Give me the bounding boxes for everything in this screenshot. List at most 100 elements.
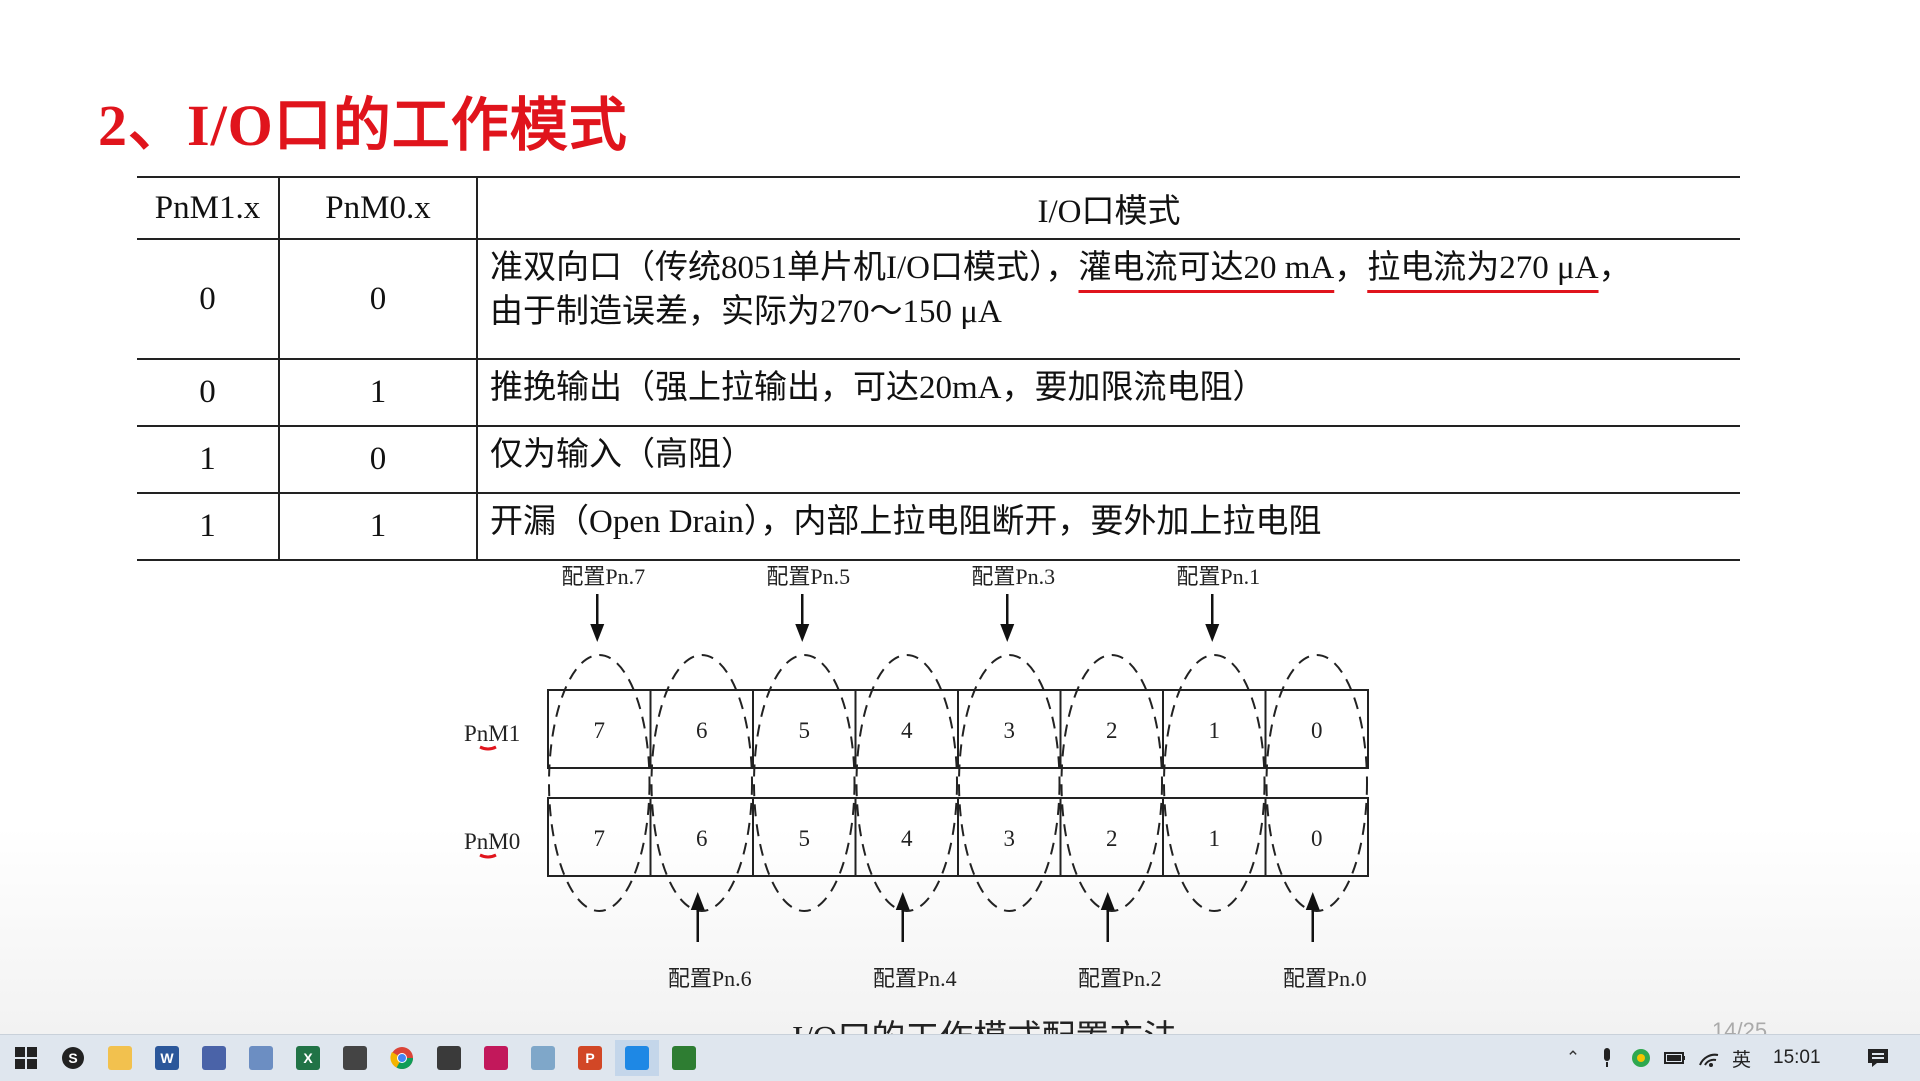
notifications-icon[interactable] — [1867, 1047, 1889, 1069]
taskbar-button-file-explorer[interactable] — [98, 1040, 142, 1076]
bit-label: 7 — [594, 826, 606, 851]
svg-text:S: S — [68, 1050, 77, 1066]
bit-ellipse — [753, 654, 856, 912]
desc-part: ， — [1334, 250, 1368, 286]
table-row: 1 0 仅为输入（高阻） — [137, 426, 1740, 494]
chevron-up-icon[interactable]: ⌃ — [1562, 1047, 1584, 1069]
slide-title: 2、I/O口的工作模式 — [98, 93, 628, 158]
input-method-indicator[interactable]: 英 — [1732, 1045, 1751, 1072]
row-label-pnm0: PnM0 — [464, 829, 520, 854]
word-icon: W — [155, 1046, 179, 1070]
config-label-top: 配置Pn.3 — [971, 564, 1055, 589]
bit-label: 5 — [799, 718, 811, 743]
cell-m0: 0 — [279, 239, 478, 360]
taskbar-button-terminal-app[interactable] — [662, 1040, 706, 1076]
header-pnm0-label: PnM0.x — [325, 189, 431, 226]
config-label-bottom: 配置Pn.2 — [1078, 966, 1162, 991]
red-mark — [479, 745, 497, 751]
config-label-top: 配置Pn.1 — [1176, 564, 1260, 589]
desc-part: 由于制造误差，实际为270～150 μA — [490, 294, 1002, 330]
header-pnm0: PnM0.x — [279, 176, 478, 240]
system-tray: ⌃ 英 15:01 — [1562, 1035, 1889, 1081]
taskbar-button-app-s[interactable]: S — [51, 1040, 95, 1076]
arrow-head-down — [795, 624, 810, 642]
desc-sink-current: 灌电流可达20 mA — [1078, 250, 1335, 286]
taskbar-button-rss-app[interactable] — [474, 1040, 518, 1076]
bit-ellipse — [1163, 654, 1266, 912]
windows-start-icon — [14, 1046, 38, 1070]
desc-part: 准双向口（传统8051单片机I/O口模式）， — [490, 250, 1079, 286]
microphone-icon[interactable] — [1596, 1047, 1618, 1069]
cell-m0: 0 — [279, 426, 478, 494]
sync-app-icon[interactable] — [1630, 1047, 1652, 1069]
app-s-icon: S — [61, 1046, 85, 1070]
taskbar-button-photos-app[interactable] — [615, 1040, 659, 1076]
cell-mode-desc: 准双向口（传统8051单片机I/O口模式），灌电流可达20 mA，拉电流为270… — [477, 239, 1740, 360]
config-label-bottom: 配置Pn.4 — [873, 966, 957, 991]
notes-app-icon — [531, 1046, 555, 1070]
building-app-icon — [202, 1046, 226, 1070]
arrow-head-down — [1000, 624, 1015, 642]
cell-m1: 1 — [137, 426, 280, 494]
cell-m1: 1 — [137, 493, 280, 561]
bit-label: 0 — [1311, 826, 1323, 851]
taskbar-button-windows-start[interactable] — [4, 1040, 48, 1076]
cell-m0: 1 — [279, 359, 478, 427]
taskbar-button-ebook-reader[interactable] — [427, 1040, 471, 1076]
mode-config-diagram: PnM1 PnM0 7 6 5 4 3 2 1 0 7 6 5 4 3 2 1 0 配置Pn.7 配置Pn.5 配置Pn… — [464, 564, 1369, 991]
bit-ellipse — [548, 654, 651, 912]
arrow-head-up — [895, 892, 910, 910]
bit-ellipse — [1265, 654, 1368, 912]
presentation-slide: 2、I/O口的工作模式 PnM1.x PnM0.x I/O口模式 0 0 准双向… — [0, 0, 1920, 1034]
bit-ellipse — [855, 654, 958, 912]
bit-ellipse — [650, 654, 753, 912]
bit-ellipse — [1060, 654, 1163, 912]
arrow-head-up — [1305, 892, 1320, 910]
wifi-icon[interactable] — [1698, 1047, 1720, 1069]
page-number: 14/25 — [1712, 1018, 1768, 1034]
cell-mode-desc: 推挽输出（强上拉输出，可达20mA，要加限流电阻） — [477, 359, 1740, 427]
bit-label: 7 — [594, 718, 606, 743]
bit-label: 1 — [1209, 718, 1221, 743]
desc-part: ， — [1598, 250, 1632, 286]
cell-m1: 0 — [137, 239, 280, 360]
taskbar-button-notes-app[interactable] — [521, 1040, 565, 1076]
table-row: 0 1 推挽输出（强上拉输出，可达20mA，要加限流电阻） — [137, 359, 1740, 427]
bit-label: 6 — [696, 826, 708, 851]
io-mode-table: PnM1.x PnM0.x I/O口模式 0 0 准双向口（传统8051单片机I… — [137, 176, 1740, 561]
cell-mode-desc: 仅为输入（高阻） — [477, 426, 1740, 494]
desc-source-current: 拉电流为270 μA — [1367, 250, 1599, 286]
config-label-top: 配置Pn.5 — [766, 564, 850, 589]
header-pnm1-label: PnM1.x — [154, 189, 261, 226]
book-app-icon — [343, 1046, 367, 1070]
windows-taskbar: S W X P ⌃ 英 15:01 — [0, 1034, 1920, 1081]
config-label-top: 配置Pn.7 — [561, 564, 645, 589]
arrow-head-up — [1100, 892, 1115, 910]
config-label-bottom: 配置Pn.0 — [1283, 966, 1367, 991]
ebook-reader-icon — [437, 1046, 461, 1070]
taskbar-button-word[interactable]: W — [145, 1040, 189, 1076]
bit-label: 6 — [696, 718, 708, 743]
file-explorer-icon — [108, 1046, 132, 1070]
arrow-head-down — [590, 624, 605, 642]
bit-label: 3 — [1004, 826, 1016, 851]
clock-time[interactable]: 15:01 — [1773, 1047, 1821, 1069]
bit-label: 0 — [1311, 718, 1323, 743]
header-mode: I/O口模式 — [477, 176, 1740, 240]
taskbar-button-excel[interactable]: X — [286, 1040, 330, 1076]
taskbar-button-building-app[interactable] — [192, 1040, 236, 1076]
battery-icon[interactable] — [1664, 1047, 1686, 1069]
arrow-head-up — [690, 892, 705, 910]
rss-app-icon — [484, 1046, 508, 1070]
taskbar-button-book-app[interactable] — [333, 1040, 377, 1076]
header-pnm1: PnM1.x — [137, 176, 280, 240]
bit-ellipse — [958, 654, 1061, 912]
table-row: 0 0 准双向口（传统8051单片机I/O口模式），灌电流可达20 mA，拉电流… — [137, 239, 1740, 360]
bit-label: 4 — [901, 826, 913, 851]
terminal-app-icon — [672, 1046, 696, 1070]
taskbar-button-chrome[interactable] — [380, 1040, 424, 1076]
taskbar-button-window-app[interactable] — [239, 1040, 283, 1076]
powerpoint-icon: P — [578, 1046, 602, 1070]
bit-label: 2 — [1106, 826, 1118, 851]
taskbar-button-powerpoint[interactable]: P — [568, 1040, 612, 1076]
